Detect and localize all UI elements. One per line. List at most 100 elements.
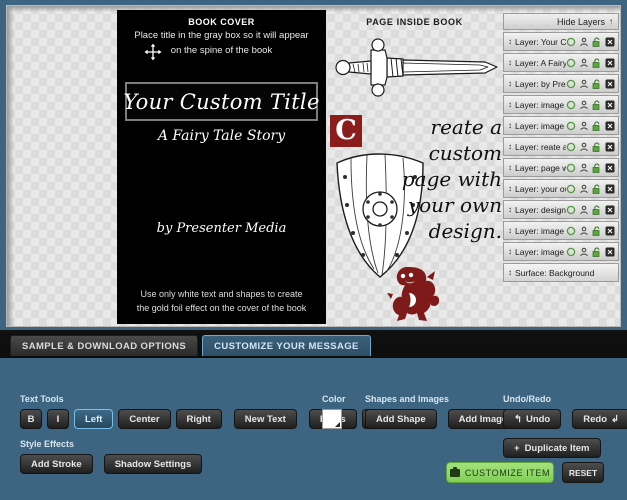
new-text-button[interactable]: New Text: [233, 409, 297, 429]
layer-row[interactable]: ↕ Layer: image: [503, 116, 619, 135]
delete-x-icon[interactable]: [605, 184, 615, 194]
book-subtitle-text[interactable]: A Fairy Tale Story: [117, 128, 326, 144]
visibility-circle-icon[interactable]: [566, 163, 576, 173]
visibility-circle-icon[interactable]: [566, 226, 576, 236]
person-icon[interactable]: [579, 205, 589, 215]
person-icon[interactable]: [579, 226, 589, 236]
drag-handle-icon[interactable]: ↕: [506, 58, 514, 67]
layer-row[interactable]: ↕Layer: your own: [503, 179, 619, 198]
drag-handle-icon[interactable]: ↕: [506, 100, 514, 109]
delete-x-icon[interactable]: [605, 121, 615, 131]
drag-handle-icon[interactable]: ↕: [506, 121, 514, 130]
visibility-circle-icon[interactable]: [566, 79, 576, 89]
unlock-icon[interactable]: [592, 226, 602, 236]
page-body-text[interactable]: reate a custom page with your own design…: [359, 114, 502, 244]
layer-row[interactable]: ↕Layer: A Fairy T...: [503, 53, 619, 72]
sword-icon[interactable]: [325, 32, 500, 107]
tab-customize-your-message[interactable]: CUSTOMIZE YOUR MESSAGE: [202, 335, 371, 356]
italic-button[interactable]: I: [47, 409, 69, 429]
unlock-icon[interactable]: [592, 121, 602, 131]
layer-row[interactable]: ↕Layer: page with: [503, 158, 619, 177]
visibility-circle-icon[interactable]: [566, 247, 576, 257]
visibility-circle-icon[interactable]: [566, 100, 576, 110]
delete-x-icon[interactable]: [605, 100, 615, 110]
visibility-circle-icon[interactable]: [566, 205, 576, 215]
layer-row[interactable]: ↕ Layer: image: [503, 242, 619, 261]
book-cover-artboard[interactable]: BOOK COVER Place title in the gray box s…: [117, 10, 326, 324]
layer-row[interactable]: ↕ Layer: image: [503, 221, 619, 240]
add-stroke-button[interactable]: Add Stroke: [20, 454, 93, 474]
drag-handle-icon[interactable]: ↕: [506, 184, 514, 193]
layer-row[interactable]: ↕Layer: by Presen...: [503, 74, 619, 93]
unlock-icon[interactable]: [592, 58, 602, 68]
add-shape-button[interactable]: Add Shape: [365, 409, 437, 429]
redo-button[interactable]: Redo ↲: [572, 409, 627, 429]
unlock-icon[interactable]: [592, 100, 602, 110]
color-swatch[interactable]: [322, 409, 342, 429]
unlock-icon[interactable]: [592, 142, 602, 152]
design-canvas[interactable]: BOOK COVER Place title in the gray box s…: [6, 5, 621, 327]
layer-row[interactable]: ↕ Layer: image: [503, 95, 619, 114]
drag-handle-icon[interactable]: ↕: [506, 268, 514, 277]
delete-x-icon[interactable]: [605, 247, 615, 257]
layer-row-label: Layer: image: [515, 120, 565, 131]
surface-row[interactable]: ↕ Surface: Background: [503, 263, 619, 282]
unlock-icon[interactable]: [592, 184, 602, 194]
visibility-circle-icon[interactable]: [566, 184, 576, 194]
visibility-circle-icon[interactable]: [566, 58, 576, 68]
drag-handle-icon[interactable]: ↕: [506, 142, 514, 151]
book-title-text: Your Custom Title: [123, 89, 320, 114]
heraldic-lion-icon[interactable]: [387, 263, 441, 326]
shadow-settings-button[interactable]: Shadow Settings: [103, 454, 203, 474]
visibility-circle-icon[interactable]: [566, 142, 576, 152]
customize-item-button[interactable]: CUSTOMIZE ITEM: [446, 462, 554, 483]
book-byline-text[interactable]: by Presenter Media: [117, 221, 326, 236]
hide-layers-toggle[interactable]: Hide Layers ↑: [503, 13, 619, 30]
drag-handle-icon[interactable]: ↕: [506, 205, 514, 214]
person-icon[interactable]: [579, 100, 589, 110]
layer-row[interactable]: ↕ Layer: design.: [503, 200, 619, 219]
drop-cap-letter[interactable]: C: [330, 115, 362, 147]
layers-panel[interactable]: Hide Layers ↑ ↕Layer: Your Cust...↕Layer…: [503, 13, 619, 326]
drag-handle-icon[interactable]: ↕: [506, 247, 514, 256]
align-left-button[interactable]: Left: [74, 409, 114, 429]
person-icon[interactable]: [579, 184, 589, 194]
person-icon[interactable]: [579, 79, 589, 89]
unlock-icon[interactable]: [592, 37, 602, 47]
drag-handle-icon[interactable]: ↕: [506, 37, 514, 46]
duplicate-item-button[interactable]: + Duplicate Item: [503, 438, 601, 458]
drag-handle-icon[interactable]: ↕: [506, 163, 514, 172]
person-icon[interactable]: [579, 247, 589, 257]
delete-x-icon[interactable]: [605, 37, 615, 47]
title-text-box[interactable]: Your Custom Title: [123, 82, 320, 121]
unlock-icon[interactable]: [592, 79, 602, 89]
layer-row[interactable]: ↕Layer: reate a c...: [503, 137, 619, 156]
align-center-button[interactable]: Center: [118, 409, 171, 429]
layer-row[interactable]: ↕Layer: Your Cust...: [503, 32, 619, 51]
reset-button[interactable]: RESET: [562, 462, 604, 483]
delete-x-icon[interactable]: [605, 205, 615, 215]
person-icon[interactable]: [579, 121, 589, 131]
delete-x-icon[interactable]: [605, 58, 615, 68]
drag-handle-icon[interactable]: ↕: [506, 79, 514, 88]
delete-x-icon[interactable]: [605, 226, 615, 236]
unlock-icon[interactable]: [592, 247, 602, 257]
delete-x-icon[interactable]: [605, 163, 615, 173]
layer-row-label: Layer: A Fairy T...: [515, 57, 566, 68]
visibility-circle-icon[interactable]: [566, 121, 576, 131]
person-icon[interactable]: [579, 163, 589, 173]
tab-sample-download-options[interactable]: SAMPLE & DOWNLOAD OPTIONS: [10, 335, 199, 356]
person-icon[interactable]: [579, 58, 589, 68]
delete-x-icon[interactable]: [605, 79, 615, 89]
person-icon[interactable]: [579, 37, 589, 47]
drag-handle-icon[interactable]: ↕: [506, 226, 514, 235]
visibility-circle-icon[interactable]: [566, 37, 576, 47]
bold-button[interactable]: B: [20, 409, 42, 429]
undo-button[interactable]: ↰ Undo: [503, 409, 562, 429]
align-right-button[interactable]: Right: [175, 409, 222, 429]
person-icon[interactable]: [579, 142, 589, 152]
unlock-icon[interactable]: [592, 205, 602, 215]
delete-x-icon[interactable]: [605, 142, 615, 152]
page-inside-artboard[interactable]: PAGE INSIDE BOOK C reate a custom page w…: [327, 10, 502, 324]
unlock-icon[interactable]: [592, 163, 602, 173]
